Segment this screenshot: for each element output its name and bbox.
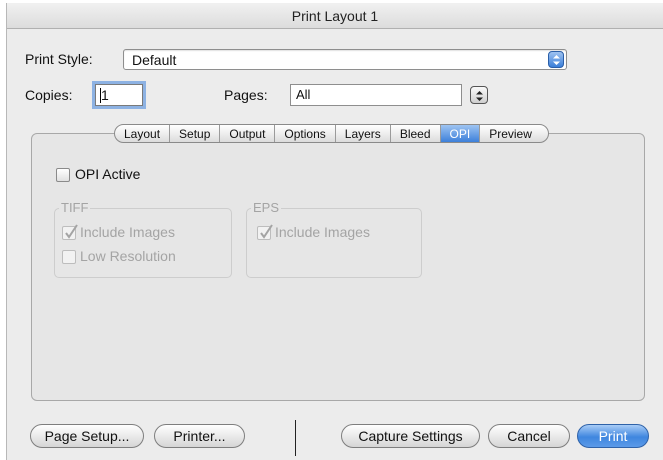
tiff-group-title: TIFF [59, 200, 91, 215]
print-button[interactable]: Print [577, 424, 649, 448]
copies-label: Copies: [25, 87, 73, 103]
up-down-arrows-icon [476, 91, 483, 101]
tab-output[interactable]: Output [220, 125, 276, 142]
window-title: Print Layout 1 [291, 8, 379, 24]
tab-setup[interactable]: Setup [170, 125, 221, 142]
copies-field[interactable]: 1 [95, 84, 143, 106]
opi-tab-panel: OPI Active TIFF Include Images Low Resol… [31, 133, 645, 401]
page-setup-button[interactable]: Page Setup... [30, 424, 144, 448]
pages-stepper[interactable] [470, 86, 488, 104]
tiff-low-resolution-label: Low Resolution [80, 248, 176, 264]
tiff-group: TIFF Include Images Low Resolution [54, 200, 232, 278]
print-style-value: Default [132, 52, 177, 68]
capture-settings-button[interactable]: Capture Settings [341, 424, 480, 448]
tab-preview[interactable]: Preview [480, 125, 548, 142]
opi-active-checkbox[interactable] [56, 168, 70, 182]
checkmark-icon [260, 224, 273, 239]
print-dialog: Print Layout 1 Print Style: Default Copi… [6, 3, 663, 460]
eps-include-images-checkbox[interactable] [257, 224, 273, 240]
pages-value: All [296, 87, 311, 102]
print-style-popup[interactable]: Default [123, 49, 567, 70]
button-divider [295, 420, 296, 456]
popup-arrows-icon [548, 51, 564, 68]
tab-layout[interactable]: Layout [115, 125, 171, 142]
tab-layers[interactable]: Layers [336, 125, 391, 142]
tiff-include-images-checkbox[interactable] [62, 224, 78, 240]
cancel-button[interactable]: Cancel [488, 424, 570, 448]
tiff-low-resolution-checkbox[interactable] [62, 250, 76, 264]
eps-group-title: EPS [251, 200, 282, 215]
tab-opi[interactable]: OPI [440, 125, 481, 142]
pages-field[interactable]: All [290, 84, 462, 106]
title-bar[interactable]: Print Layout 1 [7, 3, 663, 29]
tab-options[interactable]: Options [275, 125, 336, 142]
print-style-label: Print Style: [25, 51, 93, 67]
eps-group: EPS Include Images [246, 200, 422, 278]
opi-active-label: OPI Active [75, 166, 141, 182]
tiff-include-images-label: Include Images [80, 224, 175, 240]
eps-include-images-label: Include Images [275, 224, 370, 240]
tab-bleed[interactable]: Bleed [391, 125, 441, 142]
checkmark-icon [65, 224, 78, 239]
copies-value: 1 [101, 87, 109, 103]
pages-label: Pages: [224, 87, 268, 103]
printer-button[interactable]: Printer... [154, 424, 245, 448]
tab-bar: Layout Setup Output Options Layers Bleed… [114, 124, 549, 143]
